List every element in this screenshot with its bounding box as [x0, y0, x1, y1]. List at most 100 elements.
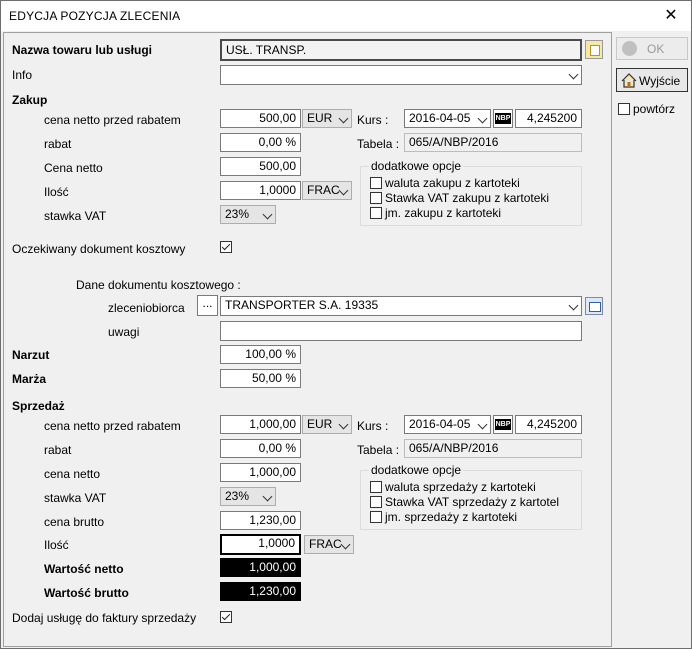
window-title: EDYCJA POZYCJA ZLECENIA — [9, 9, 181, 23]
sale-rate-value[interactable]: 4,245200 — [515, 415, 582, 434]
sale-net-label: cena netto — [44, 467, 101, 481]
sale-options-group: dodatkowe opcje waluta sprzedaży z karto… — [360, 463, 582, 530]
chevron-down-icon — [568, 300, 579, 311]
chevron-down-icon — [477, 113, 488, 124]
notepad-icon[interactable] — [585, 40, 603, 59]
purchase-rate-label: Kurs : — [357, 113, 389, 127]
chevron-down-icon — [340, 539, 351, 550]
sale-vat-label: stawka VAT — [44, 491, 107, 505]
purchase-net-input[interactable]: 500,00 — [220, 157, 301, 176]
sale-options-title: dodatkowe opcje — [369, 463, 464, 477]
purchase-net-before-label: cena netto przed rabatem — [44, 113, 181, 127]
sale-currency-select[interactable]: EUR — [302, 415, 352, 434]
ok-button[interactable]: OK — [616, 37, 688, 60]
sale-net-before-input[interactable]: 1,000,00 — [220, 415, 301, 434]
expected-doc-label: Oczekiwany dokument kosztowy — [12, 242, 186, 256]
chevron-down-icon — [568, 69, 579, 80]
purchase-vat-label: stawka VAT — [44, 209, 107, 223]
purchase-table-value: 065/A/NBP/2016 — [404, 133, 582, 152]
purchase-opt2[interactable]: Stawka VAT zakupu z kartoteki — [370, 191, 549, 205]
contractor-select[interactable]: TRANSPORTER S.A. 19335 — [220, 296, 582, 316]
purchase-net-label: Cena netto — [44, 161, 103, 175]
sale-qty-label: Ilość — [44, 538, 69, 552]
sale-rate-date[interactable]: 2016-04-05 — [404, 415, 491, 434]
info-select[interactable] — [220, 65, 582, 85]
expected-doc-checkbox[interactable] — [220, 241, 232, 253]
home-icon — [621, 73, 637, 88]
sale-net-before-label: cena netto przed rabatem — [44, 419, 181, 433]
purchase-unit-select[interactable]: FRAC — [302, 181, 352, 200]
sale-table-label: Tabela : — [357, 443, 400, 457]
sale-opt2-check[interactable] — [370, 496, 382, 508]
markup-label: Narzut — [12, 348, 50, 362]
purchase-qty-input[interactable]: 1,0000 — [220, 181, 301, 200]
notepad-lines — [590, 45, 600, 56]
purchase-rate-value[interactable]: 4,245200 — [515, 109, 582, 128]
purchase-opt3[interactable]: jm. zakupu z kartoteki — [370, 206, 501, 220]
purchase-opt2-check[interactable] — [370, 192, 382, 204]
sale-discount-input[interactable]: 0,00 % — [220, 439, 301, 458]
sale-table-value: 065/A/NBP/2016 — [404, 439, 582, 458]
add-to-invoice-checkbox[interactable] — [220, 611, 232, 623]
nbp-icon: NBP — [495, 113, 511, 124]
sale-opt1[interactable]: waluta sprzedaży z kartoteki — [370, 480, 536, 494]
book-pages — [589, 302, 601, 312]
purchase-discount-label: rabat — [44, 137, 72, 151]
info-label: Info — [12, 68, 33, 82]
contractor-dots-button[interactable]: ... — [197, 295, 218, 316]
sale-net-input[interactable]: 1,000,00 — [220, 463, 301, 482]
chevron-down-icon — [338, 113, 349, 124]
purchase-discount-input[interactable]: 0,00 % — [220, 133, 301, 152]
purchase-net-before-input[interactable]: 500,00 — [220, 109, 301, 128]
repeat-checkbox[interactable]: powtórz — [618, 102, 675, 116]
sale-qty-input[interactable]: 1,0000 — [220, 534, 301, 555]
chevron-down-icon — [338, 419, 349, 430]
purchase-rate-date[interactable]: 2016-04-05 — [404, 109, 491, 128]
purchase-qty-label: Ilość — [44, 185, 69, 199]
sale-opt3-check[interactable] — [370, 511, 382, 523]
sale-opt1-check[interactable] — [370, 481, 382, 493]
close-icon[interactable]: ✕ — [659, 5, 683, 27]
sale-discount-label: rabat — [44, 443, 72, 457]
sale-rate-label: Kurs : — [357, 419, 389, 433]
sale-value-net: 1,000,00 — [220, 558, 301, 577]
sale-opt2[interactable]: Stawka VAT sprzedaży z kartotel — [370, 495, 559, 509]
sale-heading: Sprzedaż — [12, 399, 65, 413]
sale-unit-select[interactable]: FRAC — [304, 535, 354, 554]
chevron-down-icon — [262, 209, 273, 220]
title-bar: EDYCJA POZYCJA ZLECENIA ✕ — [1, 1, 691, 31]
purchase-opt3-check[interactable] — [370, 207, 382, 219]
margin-input[interactable]: 50,00 % — [220, 369, 301, 388]
contractor-label: zleceniobiorca — [108, 301, 185, 315]
exit-button[interactable]: Wyjście — [616, 68, 688, 92]
book-icon[interactable] — [585, 297, 603, 315]
purchase-heading: Zakup — [12, 93, 48, 107]
repeat-check[interactable] — [618, 103, 630, 115]
purchase-vat-select[interactable]: 23% — [220, 205, 276, 224]
sale-opt3[interactable]: jm. sprzedaży z kartoteki — [370, 510, 517, 524]
sale-gross-label: cena brutto — [44, 515, 105, 529]
purchase-options-title: dodatkowe opcje — [369, 159, 464, 173]
notes-input[interactable] — [220, 321, 582, 341]
sale-value-gross-label: Wartość brutto — [44, 586, 129, 600]
purchase-opt1-check[interactable] — [370, 177, 382, 189]
add-to-invoice-label: Dodaj usługę do faktury sprzedaży — [12, 611, 197, 625]
check-circle-icon — [622, 41, 637, 56]
cost-doc-label: Dane dokumentu kosztowego : — [76, 278, 241, 292]
purchase-table-label: Tabela : — [357, 137, 400, 151]
chevron-down-icon — [477, 419, 488, 430]
product-input[interactable]: USŁ. TRANSP. — [220, 39, 582, 61]
margin-label: Marża — [12, 372, 47, 386]
markup-input[interactable]: 100,00 % — [220, 345, 301, 364]
nbp-icon: NBP — [495, 419, 511, 430]
chevron-down-icon — [338, 185, 349, 196]
sale-value-gross: 1,230,00 — [220, 582, 301, 601]
sale-gross-input[interactable]: 1,230,00 — [220, 511, 301, 530]
purchase-currency-select[interactable]: EUR — [302, 109, 352, 128]
sale-vat-select[interactable]: 23% — [220, 487, 276, 506]
sale-nbp-button[interactable]: NBP — [493, 415, 513, 434]
sale-value-net-label: Wartość netto — [44, 562, 124, 576]
purchase-nbp-button[interactable]: NBP — [493, 109, 513, 128]
purchase-opt1[interactable]: waluta zakupu z kartoteki — [370, 176, 520, 190]
purchase-options-group: dodatkowe opcje waluta zakupu z kartotek… — [360, 159, 582, 226]
